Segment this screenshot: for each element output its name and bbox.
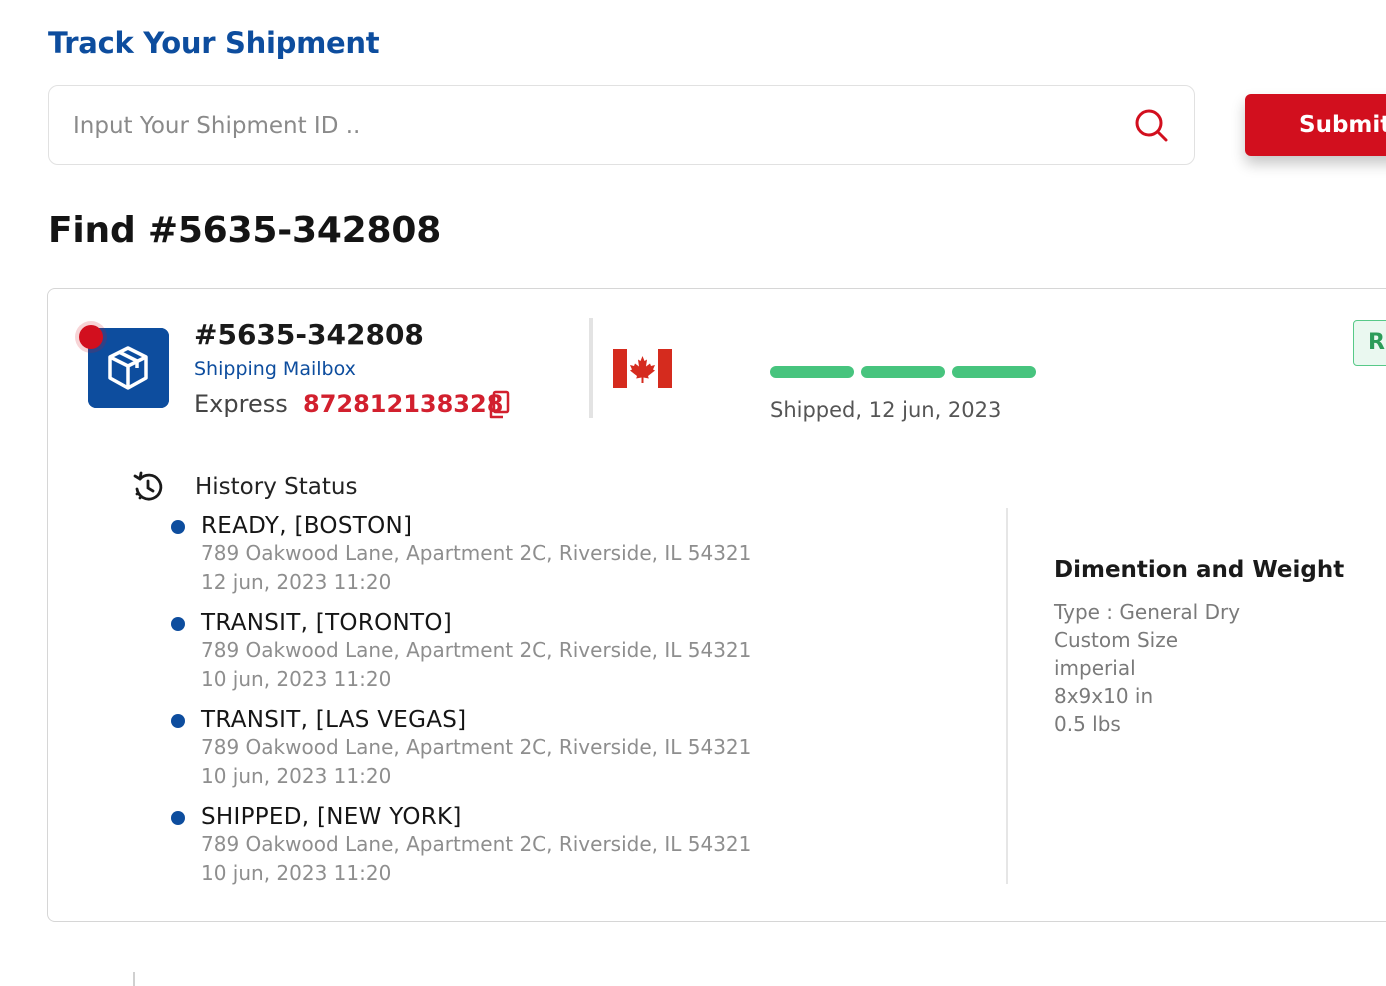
event-dot: [171, 811, 185, 825]
shipment-type: Shipping Mailbox: [194, 358, 356, 380]
submit-button[interactable]: Submit: [1245, 94, 1386, 156]
event-address: 789 Oakwood Lane, Apartment 2C, Riversid…: [201, 832, 752, 856]
dimension-weight: 0.5 lbs: [1054, 712, 1121, 736]
progress-segment: [770, 366, 854, 378]
dimension-size-type: Custom Size: [1054, 628, 1179, 652]
event-time: 10 jun, 2023 11:20: [201, 667, 392, 691]
progress-segment: [861, 366, 945, 378]
page-title: Track Your Shipment: [48, 26, 380, 60]
event-title: READY, [BOSTON]: [201, 513, 413, 539]
event-dot: [171, 714, 185, 728]
copy-icon[interactable]: [487, 390, 511, 420]
notification-dot: [79, 325, 103, 349]
search-box[interactable]: [48, 85, 1195, 165]
event-time: 10 jun, 2023 11:20: [201, 764, 392, 788]
search-icon[interactable]: [1131, 105, 1171, 145]
history-title: History Status: [195, 474, 358, 500]
progress-segment: [952, 366, 1036, 378]
event-title: TRANSIT, [TORONTO]: [201, 610, 453, 636]
event-dot: [171, 520, 185, 534]
canada-flag-icon: [613, 349, 672, 388]
tracking-number: 872812138328: [303, 390, 504, 418]
dimension-size: 8x9x10 in: [1054, 684, 1154, 708]
find-result-title: Find #5635-342808: [48, 210, 442, 251]
tracking-page: Track Your Shipment Submit Find #5635-34…: [0, 0, 1386, 986]
section-divider: [1006, 508, 1008, 884]
event-address: 789 Oakwood Lane, Apartment 2C, Riversid…: [201, 638, 752, 662]
service-label: Express: [194, 390, 288, 418]
event-title: TRANSIT, [LAS VEGAS]: [201, 707, 467, 733]
event-time: 10 jun, 2023 11:20: [201, 861, 392, 885]
shipped-date: Shipped, 12 jun, 2023: [770, 398, 1002, 422]
dimension-unit-system: imperial: [1054, 656, 1136, 680]
event-time: 12 jun, 2023 11:20: [201, 570, 392, 594]
shipment-id: #5635-342808: [194, 318, 424, 351]
event-address: 789 Oakwood Lane, Apartment 2C, Riversid…: [201, 541, 752, 565]
status-badge: R: [1353, 320, 1386, 366]
dimension-title: Dimention and Weight: [1054, 557, 1345, 583]
shipment-id-input[interactable]: [73, 106, 1093, 146]
header-divider: [589, 318, 593, 418]
event-dot: [171, 617, 185, 631]
divider-tick: [133, 972, 135, 986]
dimension-type: Type : General Dry: [1054, 600, 1241, 624]
event-title: SHIPPED, [NEW YORK]: [201, 804, 462, 830]
history-icon: [133, 471, 163, 501]
event-address: 789 Oakwood Lane, Apartment 2C, Riversid…: [201, 735, 752, 759]
